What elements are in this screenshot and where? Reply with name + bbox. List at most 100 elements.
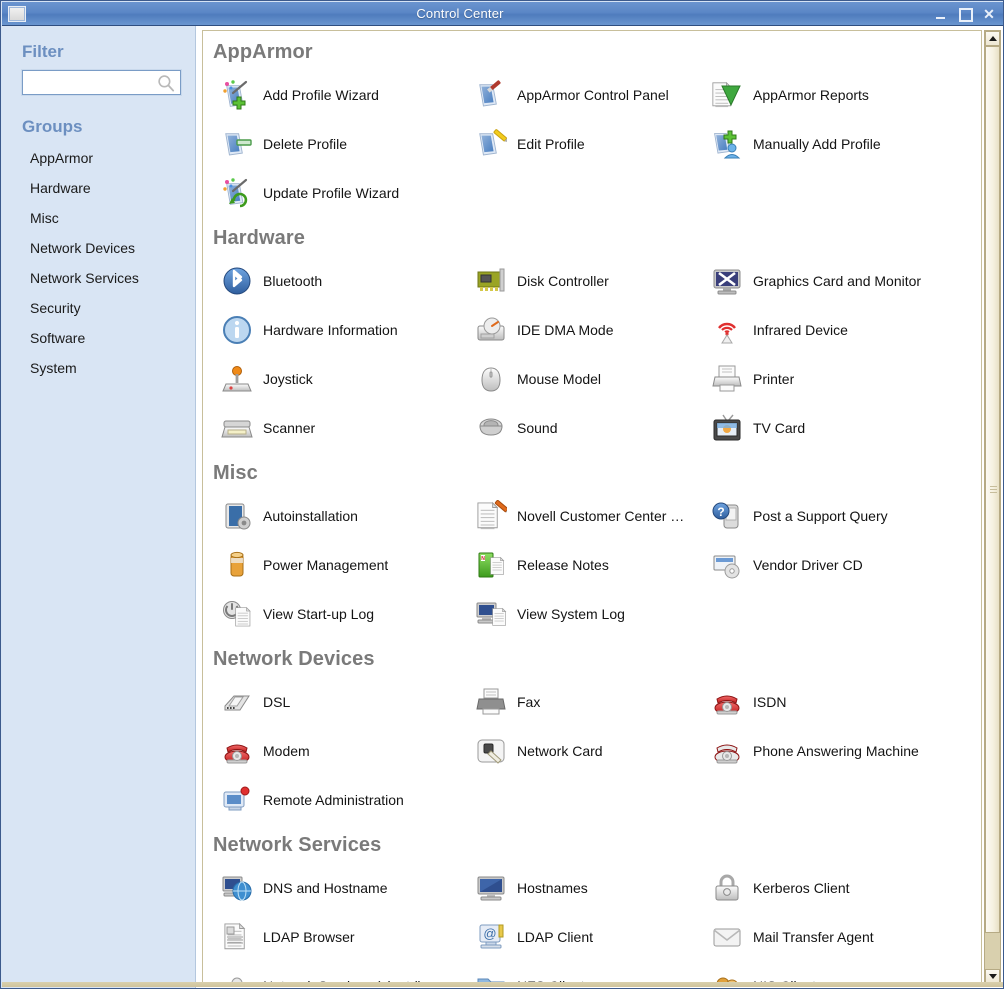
bluetooth-icon bbox=[223, 267, 251, 294]
scroll-up-arrow[interactable] bbox=[985, 31, 1000, 46]
module-item[interactable]: N Release Notes bbox=[475, 540, 711, 589]
delete-profile-icon bbox=[225, 132, 252, 155]
dns-hostname-icon bbox=[222, 876, 252, 900]
module-item[interactable]: View System Log bbox=[475, 589, 711, 638]
disk-controller-icon bbox=[477, 268, 505, 291]
modules-scrollport[interactable]: AppArmor Add Profile Wizard AppArmor Contr… bbox=[203, 31, 981, 984]
module-item-label: Kerberos Client bbox=[753, 879, 850, 896]
module-item[interactable]: Hostnames bbox=[475, 863, 711, 912]
sidebar-item-label: Software bbox=[30, 330, 86, 346]
sidebar-item-software[interactable]: Software bbox=[2, 323, 195, 353]
module-item[interactable]: ISDN bbox=[711, 677, 981, 726]
vendor-driver-cd-icon bbox=[713, 555, 740, 578]
maximize-button[interactable] bbox=[958, 7, 973, 22]
sidebar-item-hardware[interactable]: Hardware bbox=[2, 173, 195, 203]
module-item-label: Update Profile Wizard bbox=[263, 184, 400, 201]
module-item[interactable]: Remote Administration bbox=[221, 775, 475, 824]
search-input[interactable] bbox=[27, 73, 155, 92]
sidebar-item-label: System bbox=[30, 360, 77, 376]
module-item-label: DNS and Hostname bbox=[263, 879, 388, 896]
minimize-button[interactable] bbox=[934, 7, 948, 21]
module-item[interactable]: NIS Client bbox=[711, 961, 981, 984]
module-item[interactable]: Hardware Information bbox=[221, 305, 475, 354]
module-item-label: IDE DMA Mode bbox=[517, 321, 614, 338]
module-item-label: Joystick bbox=[263, 370, 313, 387]
module-item[interactable]: Vendor Driver CD bbox=[711, 540, 981, 589]
section-apparmor: AppArmor Add Profile Wizard AppArmor Contr… bbox=[203, 31, 981, 217]
fax-icon bbox=[476, 688, 506, 714]
module-item[interactable]: LDAP Browser bbox=[221, 912, 475, 961]
sidebar-item-network-services[interactable]: Network Services bbox=[2, 263, 195, 293]
module-item[interactable]: Kerberos Client bbox=[711, 863, 981, 912]
svg-text:N: N bbox=[481, 556, 485, 562]
module-item[interactable]: Phone Answering Machine bbox=[711, 726, 981, 775]
module-item[interactable]: NFS Client bbox=[475, 961, 711, 984]
module-item[interactable]: ? Post a Support Query bbox=[711, 491, 981, 540]
module-item-label: DSL bbox=[263, 693, 291, 710]
module-item[interactable]: Edit Profile bbox=[475, 119, 711, 168]
module-item[interactable]: Printer bbox=[711, 354, 981, 403]
module-item-label: Post a Support Query bbox=[753, 507, 888, 524]
module-item[interactable]: DNS and Hostname bbox=[221, 863, 475, 912]
groups-heading: Groups bbox=[22, 117, 83, 136]
module-item[interactable]: Network Services (xinetd) bbox=[221, 961, 475, 984]
module-grid: DNS and Hostname Hostnames Kerberos Client… bbox=[203, 863, 981, 984]
module-item[interactable]: TV Card bbox=[711, 403, 981, 452]
filter-search-box[interactable] bbox=[22, 70, 181, 95]
module-item[interactable]: @ LDAP Client bbox=[475, 912, 711, 961]
module-item-label: Mouse Model bbox=[517, 370, 602, 387]
close-button[interactable]: ✕ bbox=[982, 7, 996, 21]
module-item-label: Delete Profile bbox=[263, 135, 348, 152]
group-list: AppArmor Hardware Misc Network Devices Netwo… bbox=[2, 143, 195, 383]
module-item[interactable]: AppArmor Control Panel bbox=[475, 70, 711, 119]
scroll-thumb[interactable] bbox=[985, 46, 1000, 933]
novell-customer-center-icon bbox=[477, 499, 507, 529]
view-startup-log-icon bbox=[223, 600, 251, 626]
window-title: Control Center bbox=[416, 6, 504, 21]
sidebar-item-network-devices[interactable]: Network Devices bbox=[2, 233, 195, 263]
module-item[interactable]: Network Card bbox=[475, 726, 711, 775]
module-item[interactable]: Mouse Model bbox=[475, 354, 711, 403]
module-item[interactable]: IDE DMA Mode bbox=[475, 305, 711, 354]
module-item[interactable]: AppArmor Reports bbox=[711, 70, 981, 119]
section-misc: Misc Autoinstallation Novell Customer Cent… bbox=[203, 452, 981, 638]
module-item[interactable]: Joystick bbox=[221, 354, 475, 403]
power-management-icon bbox=[230, 551, 244, 576]
network-card-icon bbox=[477, 739, 505, 764]
sidebar-item-security[interactable]: Security bbox=[2, 293, 195, 323]
module-item[interactable]: Modem bbox=[221, 726, 475, 775]
module-item[interactable]: View Start-up Log bbox=[221, 589, 475, 638]
title-bar: Control Center ✕ bbox=[2, 2, 1003, 26]
module-item[interactable]: Infrared Device bbox=[711, 305, 981, 354]
module-item[interactable]: Graphics Card and Monitor bbox=[711, 256, 981, 305]
module-item[interactable]: Bluetooth bbox=[221, 256, 475, 305]
module-item[interactable]: Sound bbox=[475, 403, 711, 452]
ldap-client-icon: @ bbox=[479, 924, 504, 948]
module-item[interactable]: Add Profile Wizard bbox=[221, 70, 475, 119]
module-item[interactable]: DSL bbox=[221, 677, 475, 726]
module-item-label: Disk Controller bbox=[517, 272, 609, 289]
module-item[interactable]: Autoinstallation bbox=[221, 491, 475, 540]
module-item-label: Printer bbox=[753, 370, 795, 387]
module-item[interactable]: Scanner bbox=[221, 403, 475, 452]
module-item[interactable]: Disk Controller bbox=[475, 256, 711, 305]
section-network-devices: Network Devices DSL Fax ISDN Modem Network Ca… bbox=[203, 638, 981, 824]
module-item-label: AppArmor Reports bbox=[753, 86, 869, 103]
control-center-window: Control Center ✕ Filter Groups AppArmor H… bbox=[0, 0, 1004, 989]
module-item-label: Hardware Information bbox=[263, 321, 398, 338]
module-item[interactable]: Fax bbox=[475, 677, 711, 726]
module-item[interactable]: Delete Profile bbox=[221, 119, 475, 168]
module-item[interactable]: Update Profile Wizard bbox=[221, 168, 475, 217]
vertical-scrollbar[interactable] bbox=[984, 30, 1001, 985]
edit-profile-icon bbox=[479, 128, 507, 155]
module-item[interactable]: Novell Customer Center … bbox=[475, 491, 711, 540]
ldap-browser-icon bbox=[224, 922, 246, 949]
sidebar-item-apparmor[interactable]: AppArmor bbox=[2, 143, 195, 173]
sidebar-item-misc[interactable]: Misc bbox=[2, 203, 195, 233]
module-item[interactable]: Manually Add Profile bbox=[711, 119, 981, 168]
module-item[interactable]: Power Management bbox=[221, 540, 475, 589]
sidebar-item-system[interactable]: System bbox=[2, 353, 195, 383]
module-item[interactable]: Mail Transfer Agent bbox=[711, 912, 981, 961]
module-item-label: Hostnames bbox=[517, 879, 588, 896]
module-item-label: Edit Profile bbox=[517, 135, 585, 152]
